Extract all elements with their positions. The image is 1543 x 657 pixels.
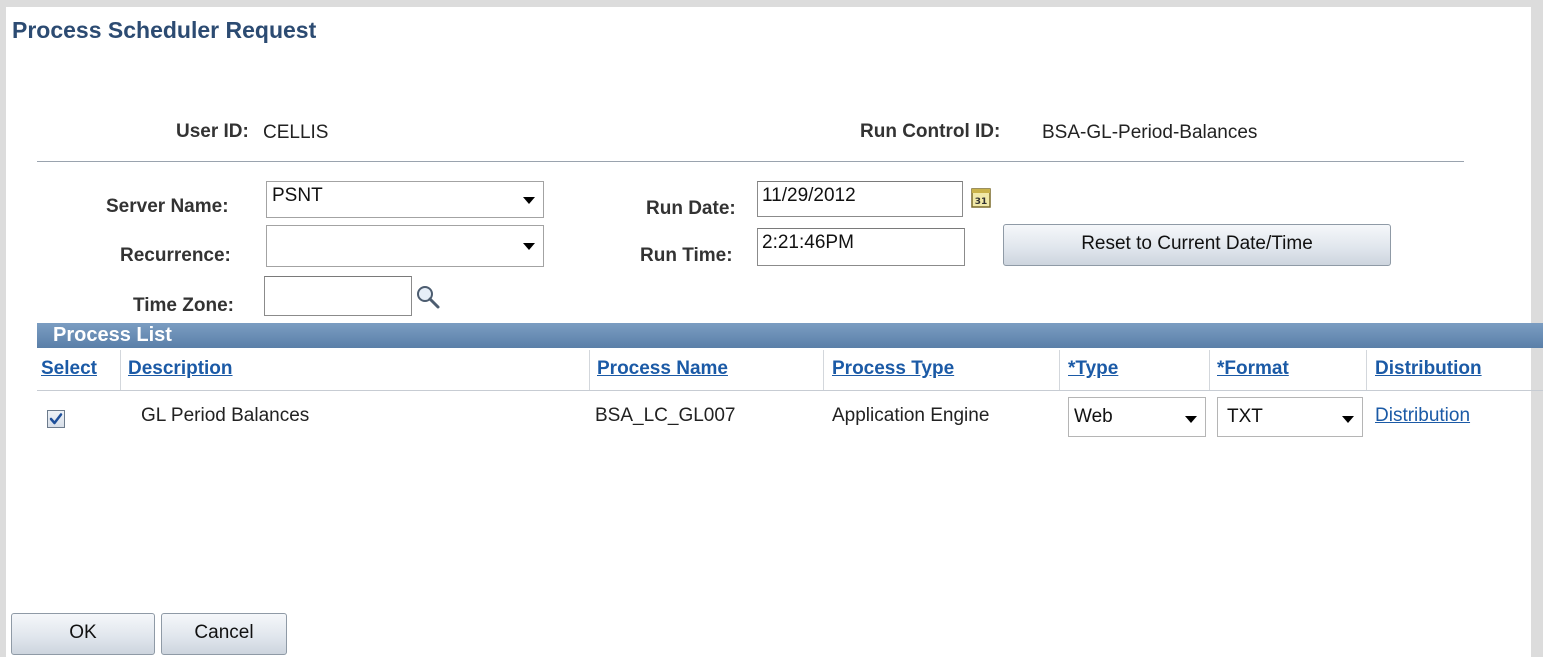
process-list-header: Process List	[37, 323, 1543, 348]
grid-header-divider	[37, 390, 1543, 391]
checkmark-icon	[49, 413, 63, 425]
row-process-type: Application Engine	[832, 405, 990, 426]
recurrence-select[interactable]	[266, 225, 544, 267]
column-separator	[823, 350, 824, 390]
column-header-format[interactable]: *Format	[1217, 358, 1289, 380]
window-frame-left	[0, 0, 6, 657]
cancel-button[interactable]: Cancel	[161, 613, 287, 655]
row-format-value: TXT	[1227, 406, 1263, 427]
column-header-process-type[interactable]: Process Type	[832, 358, 954, 380]
user-id-value: CELLIS	[263, 122, 329, 143]
calendar-icon[interactable]: 31	[971, 187, 991, 208]
row-type-value: Web	[1074, 406, 1113, 427]
run-time-field[interactable]: 2:21:46PM	[757, 228, 965, 266]
window-frame-top	[0, 0, 1543, 7]
column-separator	[1059, 350, 1060, 390]
column-header-distribution[interactable]: Distribution	[1375, 358, 1482, 380]
header-divider	[37, 161, 1464, 162]
server-name-value: PSNT	[272, 185, 323, 206]
column-header-select[interactable]: Select	[41, 358, 97, 380]
chevron-down-icon	[1342, 416, 1354, 423]
row-select-checkbox[interactable]	[47, 410, 65, 428]
svg-text:31: 31	[975, 197, 988, 207]
run-date-label: Run Date:	[646, 198, 736, 219]
page-title: Process Scheduler Request	[12, 17, 317, 43]
column-header-description[interactable]: Description	[128, 358, 233, 380]
user-id-label: User ID:	[176, 121, 249, 142]
server-name-select[interactable]: PSNT	[266, 181, 544, 218]
ok-button[interactable]: OK	[11, 613, 155, 655]
row-description: GL Period Balances	[141, 405, 310, 426]
column-separator	[1209, 350, 1210, 390]
recurrence-label: Recurrence:	[120, 245, 231, 266]
row-format-select[interactable]: TXT	[1217, 397, 1363, 437]
run-date-field[interactable]: 11/29/2012	[757, 181, 963, 217]
column-header-process-name[interactable]: Process Name	[597, 358, 728, 380]
row-distribution-link[interactable]: Distribution	[1375, 405, 1470, 427]
magnifier-lookup-icon[interactable]	[415, 284, 441, 310]
row-process-name: BSA_LC_GL007	[595, 405, 736, 426]
run-control-id-value: BSA-GL-Period-Balances	[1042, 122, 1258, 143]
server-name-label: Server Name:	[106, 196, 229, 217]
row-type-select[interactable]: Web	[1068, 397, 1206, 437]
column-header-type[interactable]: *Type	[1068, 358, 1118, 380]
process-list-title: Process List	[53, 324, 172, 346]
time-zone-label: Time Zone:	[133, 295, 234, 316]
time-zone-field[interactable]	[264, 276, 412, 316]
column-separator	[1366, 350, 1367, 390]
chevron-down-icon	[523, 243, 535, 250]
column-separator	[589, 350, 590, 390]
run-time-label: Run Time:	[640, 245, 733, 266]
chevron-down-icon	[1185, 416, 1197, 423]
column-separator	[120, 350, 121, 390]
run-control-id-label: Run Control ID:	[860, 121, 1001, 142]
chevron-down-icon	[523, 197, 535, 204]
reset-date-time-button[interactable]: Reset to Current Date/Time	[1003, 224, 1391, 266]
